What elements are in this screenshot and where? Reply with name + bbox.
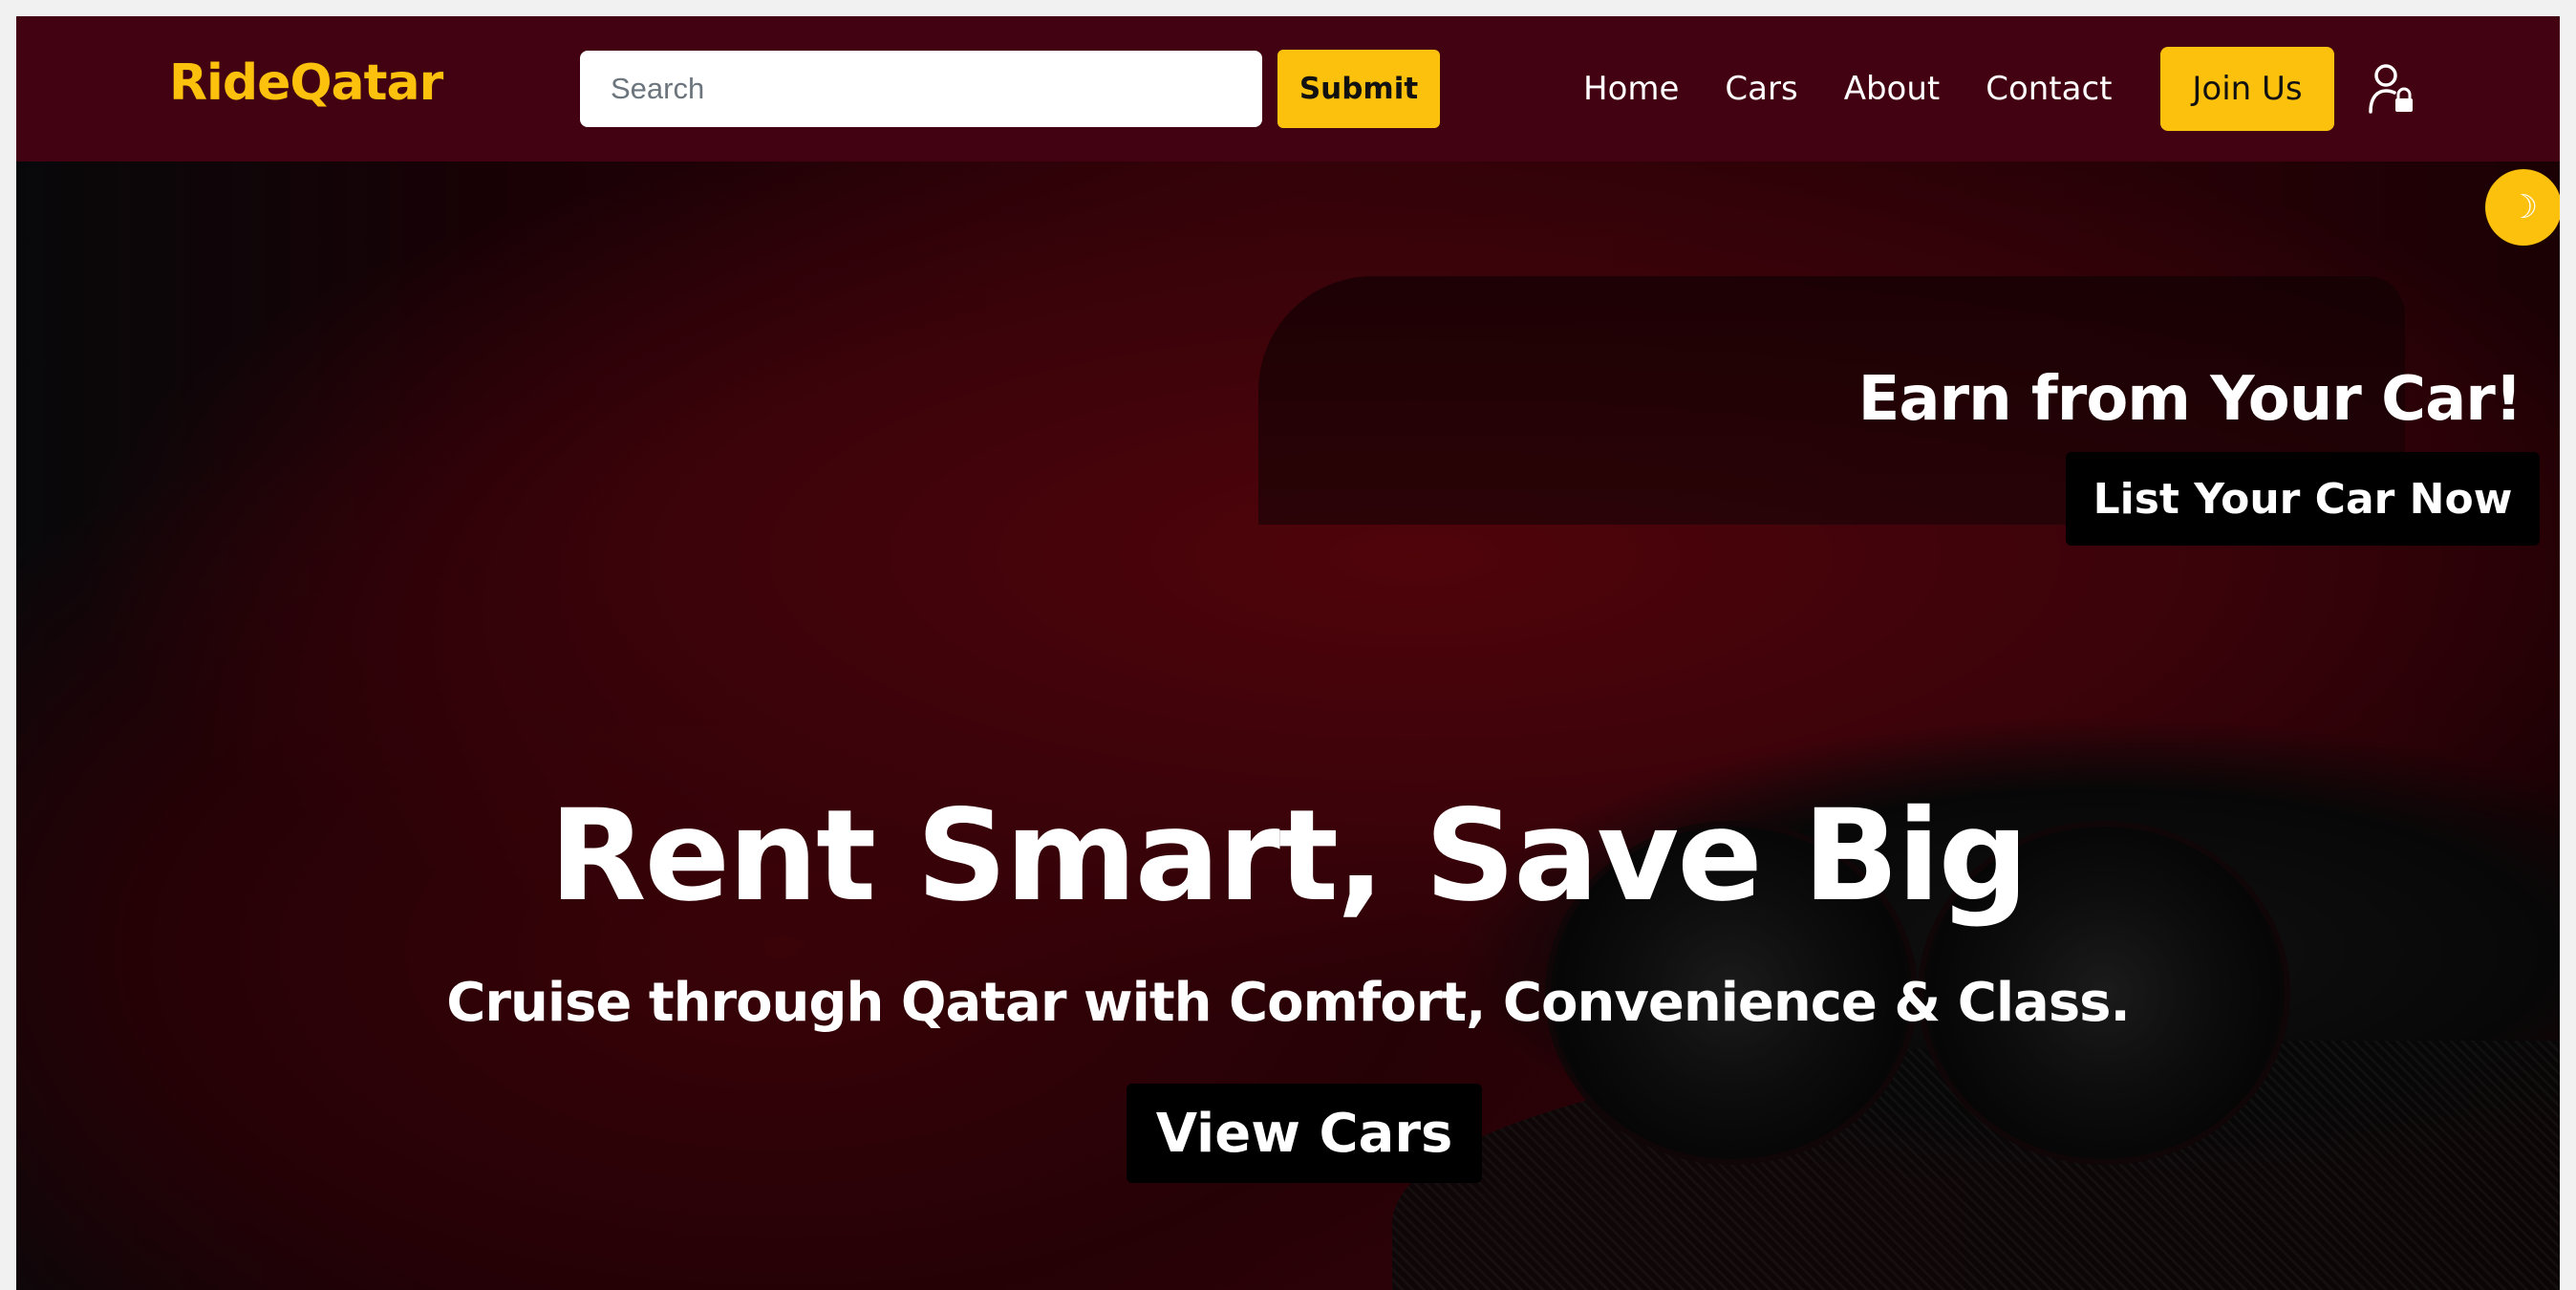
nav-link-cars[interactable]: Cars — [1725, 70, 1797, 108]
view-cars-button[interactable]: View Cars — [1127, 1084, 1482, 1183]
hero-subtitle: Cruise through Qatar with Comfort, Conve… — [446, 972, 2131, 1034]
moon-icon[interactable]: ☽ — [2485, 169, 2560, 246]
navbar: RideQatar Submit Home Cars About Contact… — [16, 16, 2560, 161]
nav-link-contact[interactable]: Contact — [1986, 70, 2112, 108]
list-your-car-button[interactable]: List Your Car Now — [2066, 452, 2540, 546]
earn-heading: Earn from Your Car! — [1857, 364, 2522, 435]
search-input[interactable] — [580, 51, 1262, 127]
submit-button[interactable]: Submit — [1277, 50, 1440, 128]
hero-section: Earn from Your Car! List Your Car Now Re… — [16, 161, 2560, 1290]
hero-title: Rent Smart, Save Big — [548, 783, 2029, 930]
brand-logo[interactable]: RideQatar — [169, 54, 443, 112]
nav-links: Home Cars About Contact — [1583, 58, 2113, 119]
user-lock-icon[interactable] — [2369, 62, 2416, 116]
nav-link-home[interactable]: Home — [1583, 70, 1679, 108]
page-frame: RideQatar Submit Home Cars About Contact… — [16, 16, 2560, 1290]
nav-link-about[interactable]: About — [1844, 70, 1941, 108]
join-us-button[interactable]: Join Us — [2160, 47, 2334, 131]
